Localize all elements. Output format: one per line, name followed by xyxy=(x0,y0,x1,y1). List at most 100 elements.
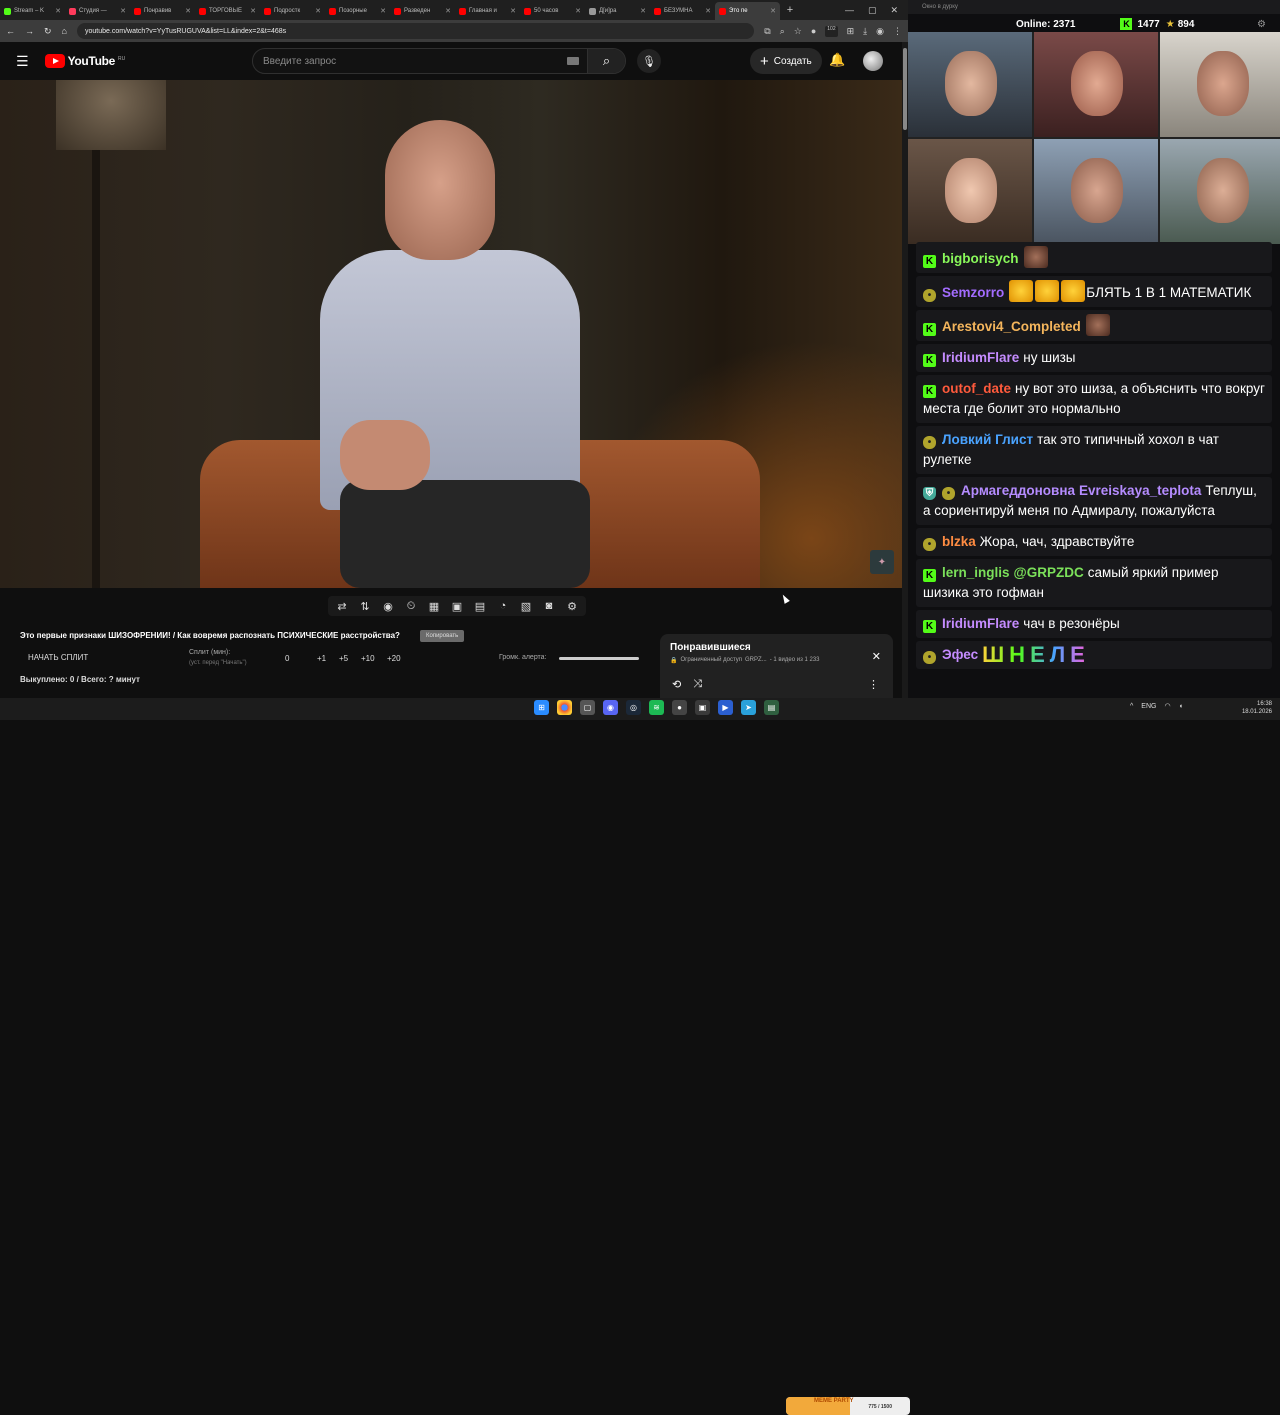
clock[interactable]: 16:38 18.01.2026 xyxy=(1240,700,1272,716)
close-icon[interactable]: ✕ xyxy=(872,650,881,663)
keyboard-icon[interactable] xyxy=(567,57,579,65)
app-icon[interactable]: ▣ xyxy=(695,700,710,715)
picture-icon[interactable]: ▧ xyxy=(518,600,534,613)
tray-arrow-icon[interactable]: ^ xyxy=(1130,703,1133,710)
close-window-icon[interactable]: ✕ xyxy=(890,5,898,16)
browser-tab[interactable]: Разведен ✕ xyxy=(390,2,455,20)
copy-button[interactable]: Копировать xyxy=(420,630,465,642)
browser-tab[interactable]: Главная и ✕ xyxy=(455,2,520,20)
steam-icon[interactable]: ◎ xyxy=(626,700,641,715)
search-button[interactable]: ⌕ xyxy=(587,49,625,73)
scrollbar-thumb[interactable] xyxy=(903,48,907,130)
chat-username[interactable]: lern_inglis xyxy=(942,565,1010,580)
wifi-icon[interactable]: ◠ xyxy=(1164,702,1170,710)
tab-close-icon[interactable]: ✕ xyxy=(510,7,516,15)
extension-badge[interactable]: 102 xyxy=(825,25,838,37)
chat-username[interactable]: Эфес xyxy=(942,647,978,662)
chat-username[interactable]: outof_date xyxy=(942,381,1011,396)
browser-tab[interactable]: ТОРГОВЫЕ ✕ xyxy=(195,2,260,20)
audio-icon[interactable]: ◉ xyxy=(380,600,396,613)
shuffle-icon[interactable]: ⤨ xyxy=(693,678,702,691)
extension-icon[interactable]: ● xyxy=(811,26,816,37)
forward-icon[interactable]: → xyxy=(25,26,34,36)
increment-20-button[interactable]: +20 xyxy=(387,654,401,663)
increment-10-button[interactable]: +10 xyxy=(361,654,375,663)
chat-mention[interactable]: Evreiskaya_teplota xyxy=(1079,483,1201,498)
notifications-icon[interactable]: 🔔 xyxy=(829,52,845,68)
browser-tab[interactable]: Студия — ✕ xyxy=(65,2,130,20)
url-field[interactable]: youtube.com/watch?v=YyTusRUGUVA&list=LL&… xyxy=(76,23,755,39)
discord-icon[interactable]: ◉ xyxy=(603,700,618,715)
tab-close-icon[interactable]: ✕ xyxy=(770,7,776,15)
star-icon[interactable]: ☆ xyxy=(794,26,802,37)
folder-icon[interactable]: ▢ xyxy=(580,700,595,715)
chat-username[interactable]: blzka xyxy=(942,534,976,549)
language-indicator[interactable]: ENG xyxy=(1141,703,1156,710)
chat-username[interactable]: Ловкий Глист xyxy=(942,432,1033,447)
start-icon[interactable]: ⊞ xyxy=(534,700,549,715)
more-options-icon[interactable]: ⋮ xyxy=(868,678,879,691)
browser-tab[interactable]: Это пе ✕ xyxy=(715,2,780,20)
create-button[interactable]: + Создать xyxy=(750,48,822,74)
app-icon[interactable]: ▤ xyxy=(764,700,779,715)
tab-close-icon[interactable]: ✕ xyxy=(575,7,581,15)
playlist-owner[interactable]: GRPZ... xyxy=(745,657,767,664)
back-icon[interactable]: ← xyxy=(6,26,15,36)
telegram-icon[interactable]: ➤ xyxy=(741,700,756,715)
repeat-icon[interactable]: ⟲ xyxy=(672,678,681,691)
chrome-icon[interactable] xyxy=(557,700,572,715)
tab-close-icon[interactable]: ✕ xyxy=(315,7,321,15)
tab-close-icon[interactable]: ✕ xyxy=(640,7,646,15)
chat-username[interactable]: Arestovi4_Completed xyxy=(942,319,1081,334)
settings-icon[interactable]: ⚙ xyxy=(564,600,580,613)
playlist-title[interactable]: Понравившиеся xyxy=(670,642,883,653)
browser-tab[interactable]: Д[и]ра ✕ xyxy=(585,2,650,20)
install-icon[interactable]: ⧉ xyxy=(764,26,770,37)
tab-close-icon[interactable]: ✕ xyxy=(55,7,61,15)
tab-close-icon[interactable]: ✕ xyxy=(705,7,711,15)
avatar[interactable] xyxy=(863,51,883,71)
browser-tab[interactable]: БЕЗУМНА ✕ xyxy=(650,2,715,20)
tab-close-icon[interactable]: ✕ xyxy=(445,7,451,15)
crop-icon[interactable]: ▣ xyxy=(449,600,465,613)
spotify-icon[interactable]: ≋ xyxy=(649,700,664,715)
tab-close-icon[interactable]: ✕ xyxy=(250,7,256,15)
browser-tab[interactable]: Понравив ✕ xyxy=(130,2,195,20)
volume-icon[interactable]: ◖ xyxy=(1179,703,1183,710)
chat-username[interactable]: Армагеддоновна xyxy=(961,483,1075,498)
media-icon[interactable]: ▶ xyxy=(718,700,733,715)
chat-username[interactable]: IridiumFlare xyxy=(942,616,1019,631)
browser-tab[interactable]: Stream – K ✕ xyxy=(0,2,65,20)
tab-close-icon[interactable]: ✕ xyxy=(380,7,386,15)
alert-volume-slider[interactable] xyxy=(559,657,639,660)
youtube-logo[interactable]: YouTube RU xyxy=(44,54,125,68)
browser-tab[interactable]: 50 часов ✕ xyxy=(520,2,585,20)
split-value[interactable]: 0 xyxy=(285,654,289,663)
new-tab-icon[interactable]: + xyxy=(780,4,800,16)
chat-username[interactable]: Semzorro xyxy=(942,285,1004,300)
zoom-icon[interactable]: ⌕ xyxy=(780,26,785,37)
loop-icon[interactable]: ⇄ xyxy=(334,600,350,613)
start-split-button[interactable]: НАЧАТЬ СПЛИТ xyxy=(28,653,88,662)
voice-search-button[interactable]: 🎙 xyxy=(637,49,661,73)
tab-close-icon[interactable]: ✕ xyxy=(120,7,126,15)
minimize-icon[interactable]: — xyxy=(845,5,854,16)
app-icon[interactable]: ● xyxy=(672,700,687,715)
gauge-icon[interactable]: ◔ xyxy=(495,600,511,612)
settings-icon[interactable]: ⚙ xyxy=(1257,19,1266,30)
speed-icon[interactable]: ⏲ xyxy=(403,600,419,613)
chat-username[interactable]: bigborisych xyxy=(942,251,1019,266)
chat-username[interactable]: IridiumFlare xyxy=(942,350,1019,365)
browser-tab[interactable]: Подростк ✕ xyxy=(260,2,325,20)
extensions-icon[interactable]: ⊞ xyxy=(847,26,855,37)
browser-menu-icon[interactable]: ⋮ xyxy=(893,26,902,37)
menu-icon[interactable]: ☰ xyxy=(16,53,29,70)
video-player[interactable]: ✦ xyxy=(0,80,902,588)
tab-close-icon[interactable]: ✕ xyxy=(185,7,191,15)
increment-1-button[interactable]: +1 xyxy=(317,654,326,663)
download-icon[interactable]: ⤓ xyxy=(863,26,867,37)
profile-icon[interactable]: ◉ xyxy=(876,26,884,37)
home-icon[interactable]: ⌂ xyxy=(62,26,67,36)
reload-icon[interactable]: ↻ xyxy=(44,26,52,37)
camera-icon[interactable]: ◙ xyxy=(541,600,557,612)
